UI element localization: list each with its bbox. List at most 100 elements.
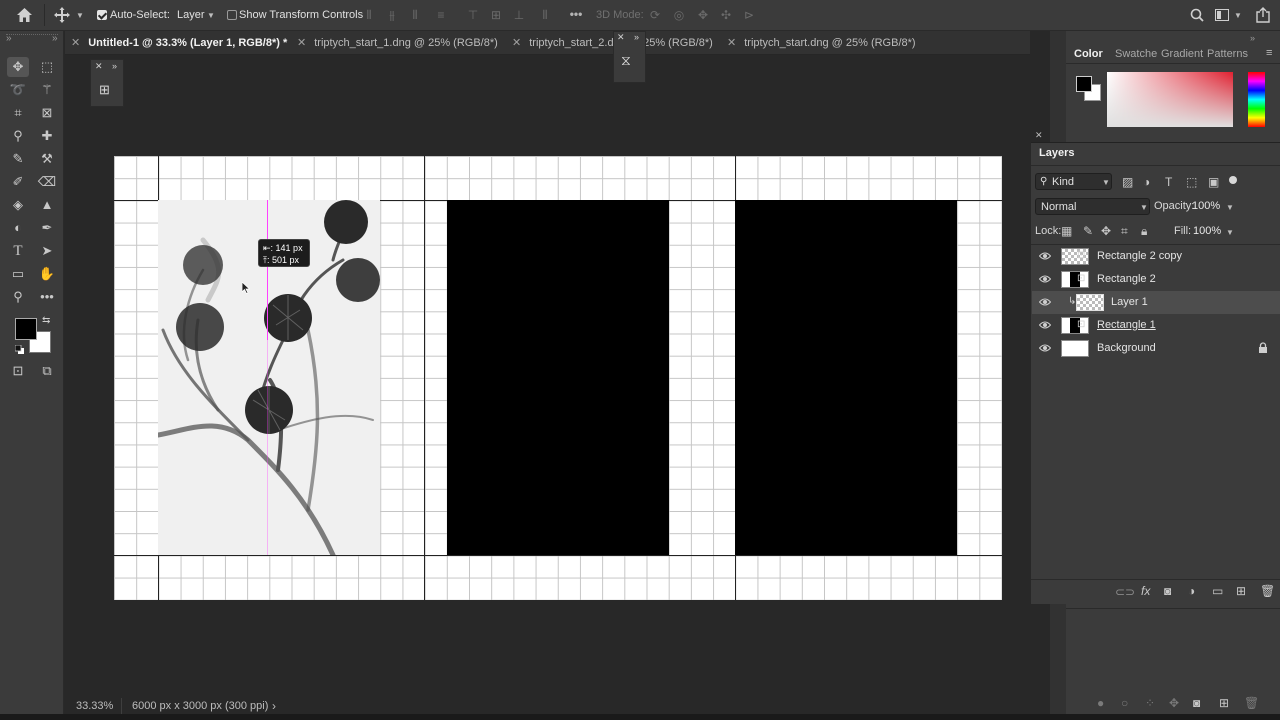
clone-stamp-tool-icon[interactable]: ⚒ (36, 149, 58, 169)
filter-toggle[interactable] (1229, 176, 1237, 184)
path-selection-tool-icon[interactable]: ➤ (36, 241, 58, 261)
delete-layer-icon[interactable]: 🗑︎ (1260, 584, 1275, 598)
filter-pixel-icon[interactable]: ▨ (1122, 175, 1133, 189)
eyedropper-tool-icon[interactable]: ⚲ (7, 126, 29, 146)
align-center-icon[interactable]: ⫵ (385, 8, 399, 22)
close-icon[interactable]: ✕ (617, 32, 625, 43)
eye-icon[interactable] (1039, 343, 1051, 353)
type-tool-icon[interactable]: T (7, 241, 29, 261)
tab-color[interactable]: Color (1074, 48, 1103, 60)
align-right-icon[interactable]: ⫴ (408, 8, 422, 22)
tab-swatches[interactable]: Swatche (1115, 48, 1157, 60)
quick-mask-icon[interactable]: ⊡ (7, 361, 29, 381)
align-middle-icon[interactable]: ⊞ (489, 8, 503, 22)
layer-row[interactable]: ⊡ Rectangle 1 (1032, 314, 1280, 337)
auto-select-checkbox[interactable] (97, 10, 107, 20)
layer-filter-kind[interactable]: ⚲ Kind ▼ (1035, 173, 1112, 190)
panel-footer-icon[interactable]: ✥ (1169, 696, 1179, 710)
panel-footer-icon[interactable]: ○ (1121, 696, 1128, 710)
rectangle-2-copy[interactable] (735, 200, 957, 555)
add-mask-icon[interactable]: ◙ (1164, 584, 1171, 598)
lock-pixels-icon[interactable]: ✎ (1083, 224, 1093, 238)
eye-icon[interactable] (1039, 274, 1051, 284)
tab-patterns[interactable]: Patterns (1207, 48, 1248, 60)
chevron-down-icon[interactable]: ▼ (207, 11, 215, 20)
close-icon[interactable]: ✕ (512, 37, 521, 49)
workspace-icon[interactable] (1215, 9, 1231, 21)
crop-tool-icon[interactable]: ⌗ (7, 103, 29, 123)
lock-icon[interactable] (1258, 342, 1268, 353)
color-field[interactable] (1107, 72, 1233, 127)
sharpen-tool-icon[interactable]: ▲ (36, 195, 58, 215)
close-icon[interactable]: ✕ (71, 37, 80, 49)
show-transform-checkbox[interactable] (227, 10, 237, 20)
canvas-document[interactable] (114, 156, 1002, 600)
panel-menu-icon[interactable]: ≡ (1266, 47, 1272, 59)
screen-mode-icon[interactable]: ⧉ (36, 361, 58, 381)
swap-colors-icon[interactable]: ⇆ (42, 315, 50, 326)
tab-triptych-start-1[interactable]: ✕ triptych_start_1.dng @ 25% (RGB/8*) (297, 31, 498, 55)
home-icon[interactable] (16, 7, 33, 23)
eye-icon[interactable] (1039, 297, 1051, 307)
pen-tool-icon[interactable]: ✒ (36, 218, 58, 238)
layers-title[interactable]: Layers (1039, 147, 1074, 159)
chevron-down-icon[interactable]: ▼ (76, 11, 84, 20)
align-bottom-icon[interactable]: ⊥ (512, 8, 526, 22)
more-tools-icon[interactable]: ••• (36, 287, 58, 307)
3d-scale-icon[interactable]: ⊳ (742, 8, 756, 22)
healing-brush-tool-icon[interactable]: ✚ (36, 126, 58, 146)
color-fg-swatch[interactable] (1076, 76, 1092, 92)
delete-icon[interactable]: 🗑︎ (1244, 696, 1259, 710)
rectangle-tool-icon[interactable]: ▭ (7, 264, 29, 284)
filter-smart-object-icon[interactable]: ▣ (1208, 175, 1219, 189)
fill-value[interactable]: 100% (1193, 225, 1221, 237)
hue-slider[interactable] (1248, 72, 1265, 127)
3d-roll-icon[interactable]: ◎ (672, 8, 686, 22)
close-icon[interactable]: ✕ (727, 37, 736, 49)
layer-row-selected[interactable]: ↳ Layer 1 (1032, 291, 1280, 314)
more-options-icon[interactable]: ••• (568, 7, 584, 21)
marquee-tool-icon[interactable]: ⬚ (36, 57, 58, 77)
distribute-icon[interactable]: ≡ (434, 8, 448, 22)
panel-footer-icon[interactable]: ⁘ (1145, 696, 1155, 710)
auto-select-dropdown[interactable]: Layer (177, 9, 205, 21)
move-tool-icon[interactable]: ✥ (7, 57, 29, 77)
frame-tool-icon[interactable]: ⊠ (36, 103, 58, 123)
new-adjustment-icon[interactable]: ◑ (1188, 584, 1195, 598)
zoom-tool-icon[interactable]: ⚲ (7, 287, 29, 307)
blend-mode-select[interactable]: Normal ▼ (1035, 198, 1150, 215)
search-icon[interactable] (1190, 8, 1204, 22)
opacity-value[interactable]: 100% (1192, 200, 1220, 212)
close-icon[interactable]: ✕ (297, 37, 306, 49)
document-info[interactable]: 6000 px x 3000 px (300 ppi) (132, 700, 268, 712)
panel-footer-icon[interactable]: ● (1097, 696, 1104, 710)
3d-slide-icon[interactable]: ✣ (719, 8, 733, 22)
expand-panel-icon[interactable]: » (52, 33, 58, 44)
add-mask-icon[interactable]: ◙ (1193, 696, 1200, 710)
fx-icon[interactable]: fx (1141, 584, 1150, 598)
properties-icon[interactable]: ⊞ (99, 82, 110, 98)
eye-icon[interactable] (1039, 251, 1051, 261)
history-icon[interactable]: ⧖ (621, 52, 631, 69)
move-tool-preset-icon[interactable] (54, 7, 70, 23)
brush-tool-icon[interactable]: ✎ (7, 149, 29, 169)
new-group-icon[interactable]: ▭ (1212, 584, 1223, 598)
new-layer-icon[interactable]: ⊞ (1236, 584, 1246, 598)
paint-bucket-tool-icon[interactable]: ◈ (7, 195, 29, 215)
expand-panel-icon[interactable]: » (112, 61, 117, 71)
foreground-color-swatch[interactable] (15, 318, 37, 340)
magic-wand-tool-icon[interactable]: ⚚ (36, 80, 58, 100)
lock-transparency-icon[interactable]: ▦ (1061, 224, 1072, 238)
history-brush-tool-icon[interactable]: ✐ (7, 172, 29, 192)
expand-panel-icon[interactable]: » (1250, 33, 1255, 43)
rectangle-2[interactable] (447, 200, 669, 555)
layer-row[interactable]: ⊡ Rectangle 2 (1032, 268, 1280, 291)
filter-shape-icon[interactable]: ⬚ (1186, 175, 1197, 189)
default-colors-icon[interactable] (15, 345, 24, 354)
chevron-down-icon[interactable]: ▼ (1226, 203, 1234, 212)
eraser-tool-icon[interactable]: ⌫ (36, 172, 58, 192)
eye-icon[interactable] (1039, 320, 1051, 330)
lock-artboard-icon[interactable]: ⌗ (1121, 224, 1128, 239)
status-menu-arrow[interactable]: › (272, 699, 276, 713)
tab-triptych-start[interactable]: ✕ triptych_start.dng @ 25% (RGB/8*) (727, 31, 916, 55)
